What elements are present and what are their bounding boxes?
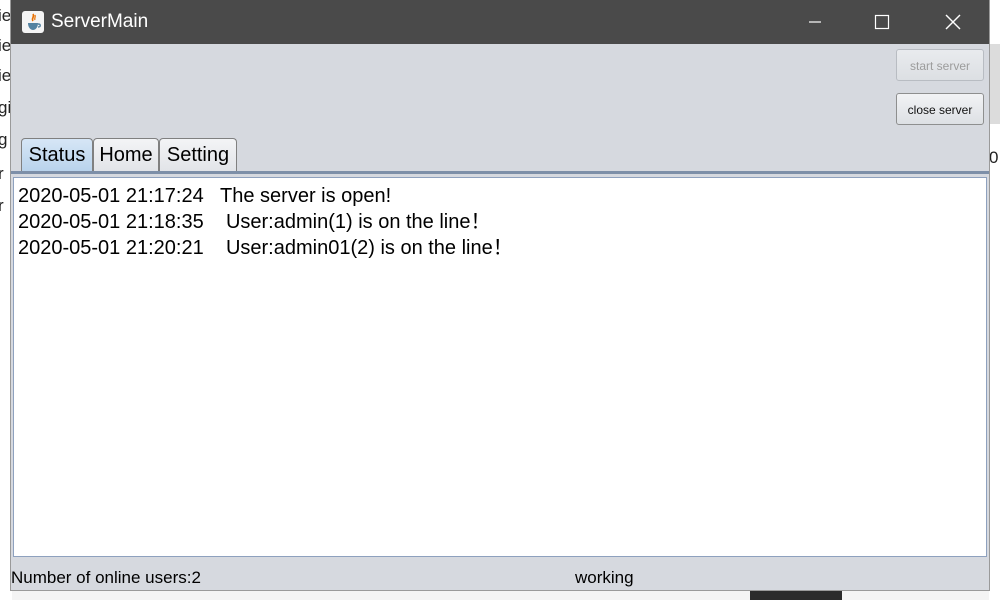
maximize-button[interactable]: [849, 0, 915, 44]
maximize-icon: [874, 14, 890, 30]
java-app-icon: [22, 11, 44, 33]
status-bar: Number of online users:2 working: [11, 562, 989, 590]
close-icon: [945, 14, 961, 30]
server-state: working: [575, 568, 634, 587]
log-line: 2020-05-01 21:20:21 User:admin01(2) is o…: [18, 237, 513, 259]
minimize-button[interactable]: [782, 0, 848, 44]
log-line: 2020-05-01 21:18:35 User:admin(1) is on …: [18, 211, 491, 233]
tab-home[interactable]: Home: [93, 138, 159, 171]
title-bar[interactable]: ServerMain: [11, 0, 989, 44]
tab-content-separator: [11, 171, 989, 174]
server-main-window: ServerMain start server close server Sta…: [11, 0, 989, 590]
minimize-icon: [809, 21, 821, 23]
log-line: 2020-05-01 21:17:24 The server is open!: [18, 185, 392, 207]
server-log-textarea[interactable]: 2020-05-01 21:17:24 The server is open! …: [13, 177, 987, 557]
start-server-button[interactable]: start server: [896, 49, 984, 81]
background-window-right-edge: 0: [989, 0, 1000, 600]
tab-status[interactable]: Status: [21, 138, 93, 171]
close-server-button[interactable]: close server: [896, 93, 984, 125]
tab-setting[interactable]: Setting: [159, 138, 237, 171]
close-window-button[interactable]: [920, 0, 986, 44]
window-title: ServerMain: [51, 11, 149, 32]
online-users-count: Number of online users:2: [11, 568, 201, 587]
